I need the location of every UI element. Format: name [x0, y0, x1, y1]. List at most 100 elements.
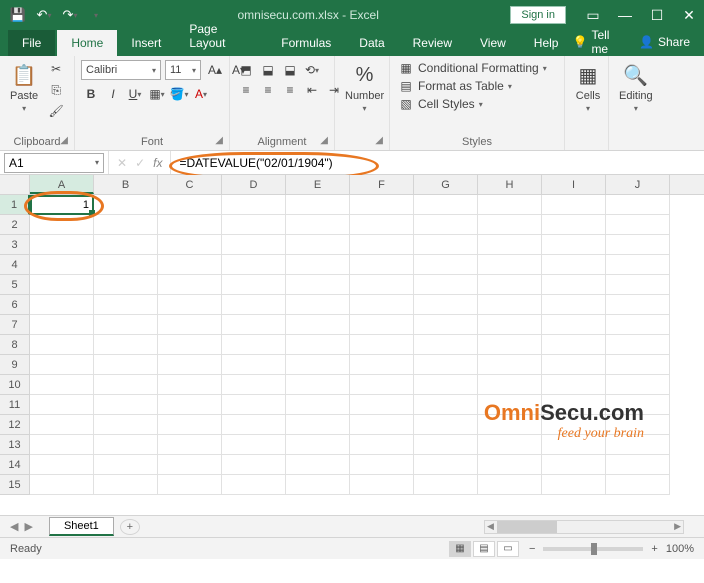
cell[interactable] [30, 255, 94, 275]
cell[interactable] [158, 435, 222, 455]
cell[interactable] [30, 475, 94, 495]
font-launcher-icon[interactable]: ◢ [215, 135, 223, 146]
cell[interactable] [158, 275, 222, 295]
col-header[interactable]: C [158, 175, 222, 194]
save-icon[interactable]: 💾 [8, 5, 28, 25]
align-center-icon[interactable]: ≡ [258, 80, 278, 100]
cell[interactable] [478, 215, 542, 235]
cell[interactable] [542, 355, 606, 375]
cell[interactable] [30, 355, 94, 375]
cell[interactable] [222, 275, 286, 295]
cell[interactable] [606, 375, 670, 395]
cell[interactable] [158, 355, 222, 375]
increase-font-icon[interactable]: A▴ [205, 60, 225, 80]
italic-button[interactable]: I [103, 84, 123, 104]
col-header[interactable]: A [30, 175, 94, 194]
cell[interactable] [350, 395, 414, 415]
cell[interactable] [350, 335, 414, 355]
cell[interactable] [286, 415, 350, 435]
cell[interactable] [478, 235, 542, 255]
ribbon-options-icon[interactable]: ▭ [586, 8, 600, 22]
row-header[interactable]: 8 [0, 335, 30, 355]
editing-button[interactable]: 🔍 Editing ▾ [615, 60, 657, 115]
cell[interactable] [414, 335, 478, 355]
cell[interactable] [94, 275, 158, 295]
cell[interactable] [30, 415, 94, 435]
cell[interactable] [30, 235, 94, 255]
cell[interactable] [222, 235, 286, 255]
cells-button[interactable]: ▦ Cells ▾ [571, 60, 605, 115]
tab-help[interactable]: Help [520, 30, 573, 56]
cell[interactable] [542, 455, 606, 475]
undo-icon[interactable]: ↶▾ [34, 5, 54, 25]
zoom-thumb[interactable] [591, 543, 597, 555]
zoom-in-icon[interactable]: + [651, 543, 657, 555]
tab-home[interactable]: Home [57, 30, 117, 56]
cell[interactable] [414, 295, 478, 315]
zoom-value[interactable]: 100% [666, 543, 694, 555]
number-launcher-icon[interactable]: ◢ [375, 135, 383, 146]
cell[interactable] [350, 295, 414, 315]
scroll-left-icon[interactable]: ◀ [487, 521, 494, 532]
align-bottom-icon[interactable]: ⬓ [280, 60, 300, 80]
paste-button[interactable]: 📋 Paste ▾ [6, 60, 42, 115]
row-header[interactable]: 13 [0, 435, 30, 455]
cell[interactable] [606, 295, 670, 315]
clipboard-launcher-icon[interactable]: ◢ [60, 135, 68, 146]
cell[interactable] [606, 255, 670, 275]
cell[interactable] [222, 375, 286, 395]
cell[interactable] [606, 475, 670, 495]
cell[interactable] [286, 215, 350, 235]
format-painter-icon[interactable]: 🖌 [46, 102, 66, 120]
cell[interactable] [94, 235, 158, 255]
cell[interactable] [542, 255, 606, 275]
cell[interactable] [350, 315, 414, 335]
sheet-nav-next-icon[interactable]: ▶ [24, 520, 32, 533]
cell[interactable] [30, 295, 94, 315]
cell[interactable] [350, 435, 414, 455]
cell[interactable] [414, 315, 478, 335]
maximize-icon[interactable]: ☐ [650, 8, 664, 22]
col-header[interactable]: E [286, 175, 350, 194]
cell[interactable] [350, 215, 414, 235]
cell[interactable] [542, 475, 606, 495]
row-header[interactable]: 1 [0, 195, 30, 215]
cell[interactable] [286, 375, 350, 395]
cell[interactable] [606, 455, 670, 475]
cell[interactable] [350, 375, 414, 395]
cell[interactable] [222, 295, 286, 315]
row-header[interactable]: 2 [0, 215, 30, 235]
cell[interactable] [158, 395, 222, 415]
cell[interactable] [414, 415, 478, 435]
view-page-break-icon[interactable]: ▭ [497, 541, 519, 557]
enter-formula-icon[interactable]: ✓ [135, 156, 145, 170]
cell[interactable] [542, 195, 606, 215]
col-header[interactable]: H [478, 175, 542, 194]
cell-a1[interactable]: 1 [30, 195, 94, 215]
cell[interactable] [286, 235, 350, 255]
align-left-icon[interactable]: ≡ [236, 80, 256, 100]
cell[interactable] [94, 215, 158, 235]
zoom-slider[interactable] [543, 547, 643, 551]
cell[interactable] [30, 315, 94, 335]
tab-data[interactable]: Data [345, 30, 398, 56]
cell[interactable] [414, 275, 478, 295]
col-header[interactable]: G [414, 175, 478, 194]
font-size-select[interactable]: 11▾ [165, 60, 201, 80]
cell[interactable] [30, 375, 94, 395]
cell[interactable] [222, 455, 286, 475]
cell[interactable] [94, 255, 158, 275]
formula-input[interactable]: =DATEVALUE("02/01/1904") [171, 156, 704, 170]
cell[interactable] [286, 435, 350, 455]
cell[interactable] [542, 335, 606, 355]
border-button[interactable]: ▦▾ [147, 84, 167, 104]
scroll-thumb[interactable] [497, 521, 557, 533]
cell[interactable] [30, 275, 94, 295]
cell[interactable] [414, 355, 478, 375]
cell[interactable] [542, 295, 606, 315]
cell[interactable] [222, 475, 286, 495]
cell[interactable] [94, 375, 158, 395]
col-header[interactable]: J [606, 175, 670, 194]
row-header[interactable]: 10 [0, 375, 30, 395]
row-header[interactable]: 15 [0, 475, 30, 495]
